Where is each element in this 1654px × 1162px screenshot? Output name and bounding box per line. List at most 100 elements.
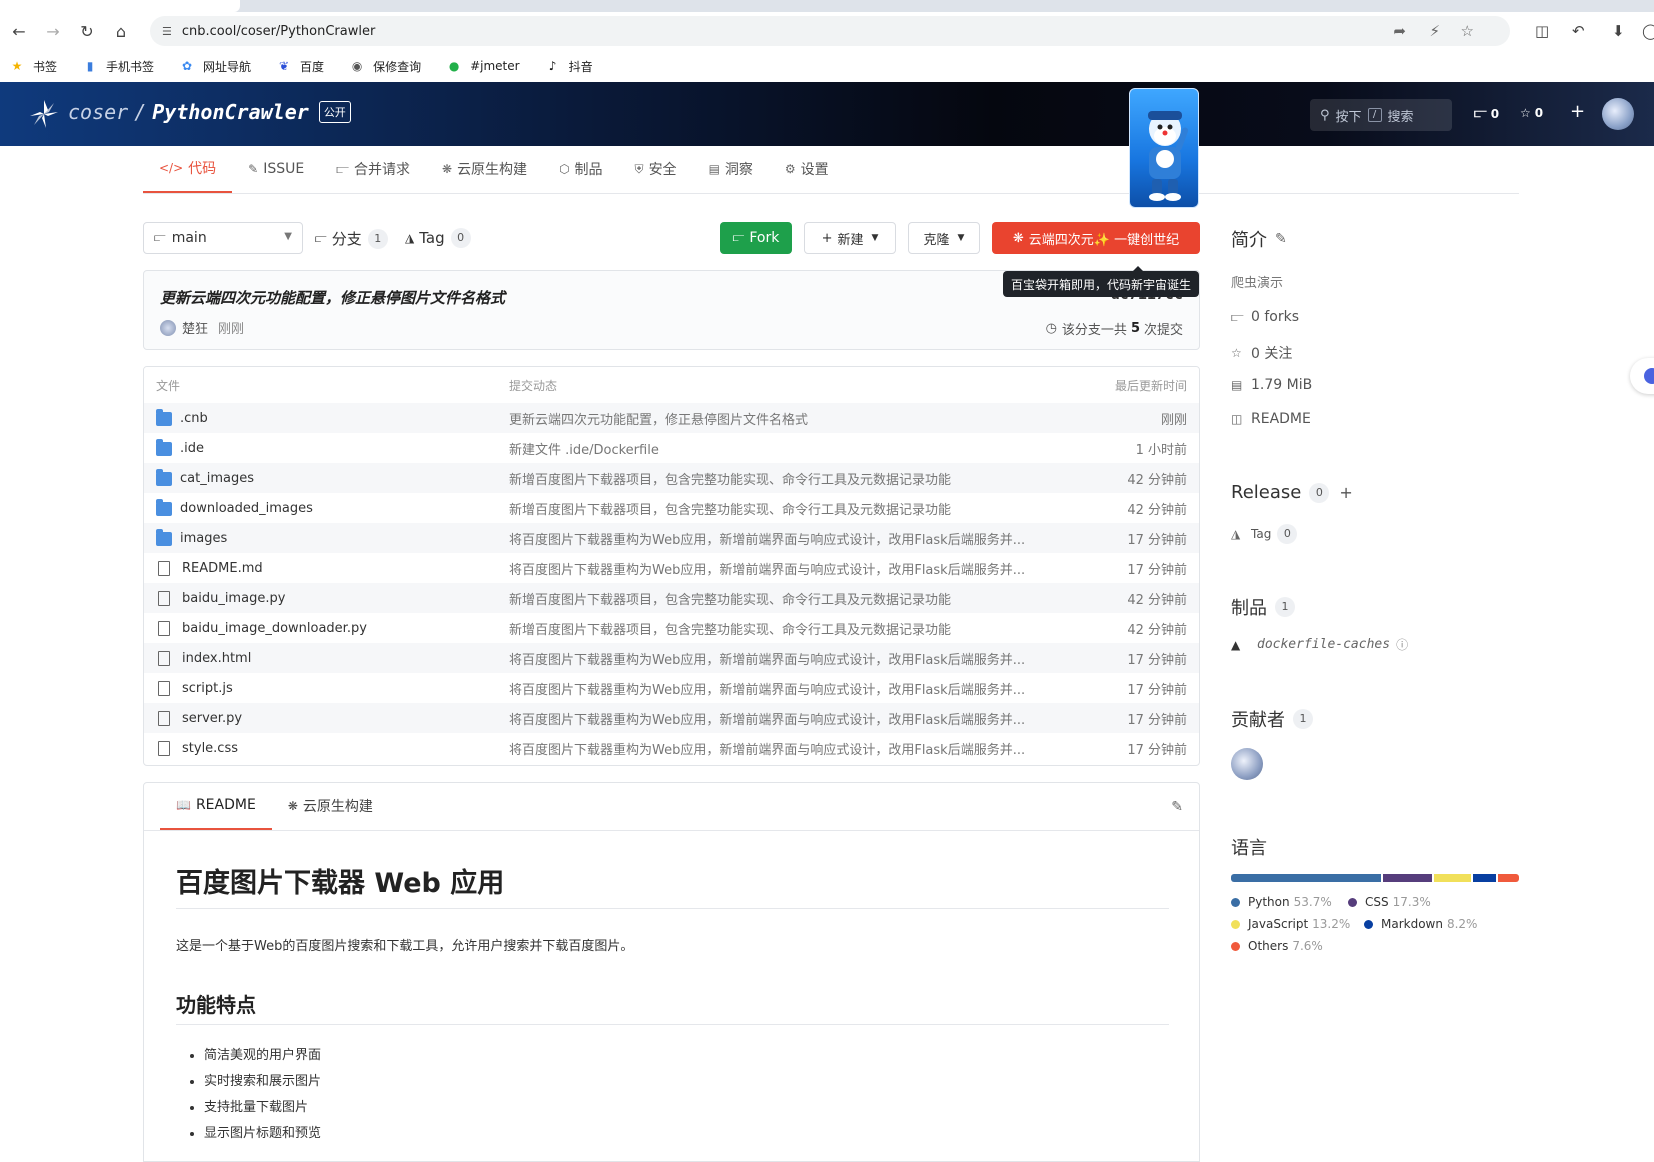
- file-commit-message[interactable]: 新增百度图片下载器项目，包含完整功能实现、命令行工具及元数据记录功能: [509, 499, 1054, 518]
- table-row[interactable]: server.py 将百度图片下载器重构为Web应用，新增前端界面与响应式设计，改…: [144, 703, 1199, 733]
- tab-merge-requests[interactable]: ⫍ 合并请求: [320, 145, 426, 193]
- file-name[interactable]: server.py: [182, 711, 242, 726]
- file-commit-message[interactable]: 新增百度图片下载器项目，包含完整功能实现、命令行工具及元数据记录功能: [509, 619, 1054, 638]
- file-commit-message[interactable]: 将百度图片下载器重构为Web应用，新增前端界面与响应式设计，改用Flask后端服…: [509, 679, 1054, 698]
- bookmark-item[interactable]: ◉ 保修查询: [350, 58, 421, 75]
- repo-name-link[interactable]: PythonCrawler: [152, 100, 309, 124]
- bookmark-item[interactable]: ✿ 网址导航: [180, 58, 251, 75]
- table-row[interactable]: cat_images 新增百度图片下载器项目，包含完整功能实现、命令行工具及元数据…: [144, 463, 1199, 493]
- edit-pencil-icon[interactable]: ✎: [1275, 231, 1287, 247]
- file-commit-message[interactable]: 新增百度图片下载器项目，包含完整功能实现、命令行工具及元数据记录功能: [509, 469, 1054, 488]
- share-icon[interactable]: ➦: [1393, 22, 1406, 40]
- extensions-icon[interactable]: ◫: [1535, 22, 1549, 40]
- file-name[interactable]: .cnb: [180, 411, 208, 426]
- bookmark-item[interactable]: ▮ 手机书签: [83, 58, 154, 75]
- home-icon[interactable]: ⌂: [104, 14, 138, 48]
- book-icon: 📖: [176, 798, 191, 812]
- file-name[interactable]: style.css: [182, 741, 238, 756]
- new-button[interactable]: + 新建 ▼: [804, 222, 896, 254]
- file-commit-message[interactable]: 将百度图片下载器重构为Web应用，新增前端界面与响应式设计，改用Flask后端服…: [509, 739, 1054, 758]
- file-commit-message[interactable]: 更新云端四次元功能配置，修正悬停图片文件名格式: [509, 409, 1054, 428]
- bookmark-item[interactable]: ★ 书签: [10, 58, 57, 75]
- table-row[interactable]: script.js 将百度图片下载器重构为Web应用，新增前端界面与响应式设计，改…: [144, 673, 1199, 703]
- tab-issue[interactable]: ✎ ISSUE: [232, 145, 320, 193]
- readme-link[interactable]: ◫ README: [1231, 411, 1311, 427]
- tab-packages[interactable]: ⬡ 制品: [543, 145, 618, 193]
- fork-button[interactable]: ⫍ Fork: [720, 222, 792, 254]
- forks-link[interactable]: ⫍ 0 forks: [1231, 309, 1299, 325]
- tab-cloud-build[interactable]: ❋ 云原生构建: [426, 145, 543, 193]
- file-commit-message[interactable]: 新增百度图片下载器项目，包含完整功能实现、命令行工具及元数据记录功能: [509, 589, 1054, 608]
- download-icon[interactable]: ⬇: [1612, 22, 1625, 40]
- bookmark-item[interactable]: ● #jmeter: [447, 59, 520, 73]
- table-row[interactable]: baidu_image_downloader.py 新增百度图片下载器项目，包含完…: [144, 613, 1199, 643]
- file-name[interactable]: cat_images: [180, 471, 254, 486]
- tab-settings[interactable]: ⚙ 设置: [769, 145, 845, 193]
- author-avatar[interactable]: [160, 319, 176, 336]
- table-row[interactable]: baidu_image.py 新增百度图片下载器项目，包含完整功能实现、命令行工具…: [144, 583, 1199, 613]
- contributor-avatar[interactable]: [1231, 748, 1263, 780]
- commit-count-link[interactable]: ◷ 该分支一共 5 次提交: [1046, 319, 1183, 338]
- file-name[interactable]: .ide: [180, 441, 204, 456]
- branches-link[interactable]: ⫍ 分支 1: [315, 228, 388, 249]
- table-row[interactable]: index.html 将百度图片下载器重构为Web应用，新增前端界面与响应式设计，…: [144, 643, 1199, 673]
- author-name[interactable]: 楚狂: [182, 318, 208, 337]
- file-name[interactable]: images: [180, 531, 227, 546]
- commit-message[interactable]: 更新云端四次元功能配置，修正悬停图片文件名格式: [160, 287, 505, 308]
- table-row[interactable]: .cnb 更新云端四次元功能配置，修正悬停图片文件名格式 刚刚: [144, 403, 1199, 433]
- bookmark-star-icon[interactable]: ☆: [1461, 22, 1474, 40]
- reload-icon[interactable]: ↻: [70, 14, 104, 48]
- cloud-workspace-button[interactable]: ❋ 云端四次元✨ 一键创世纪: [992, 222, 1200, 254]
- tags-link[interactable]: ◮ Tag 0: [405, 228, 471, 248]
- table-row[interactable]: README.md 将百度图片下载器重构为Web应用，新增前端界面与响应式设计，改…: [144, 553, 1199, 583]
- clone-button[interactable]: 克隆 ▼: [908, 222, 980, 254]
- package-item[interactable]: ▲ dockerfile-caches ⓘ: [1231, 636, 1408, 653]
- table-row[interactable]: downloaded_images 新增百度图片下载器项目，包含完整功能实现、命令…: [144, 493, 1199, 523]
- forward-icon[interactable]: →: [36, 14, 70, 48]
- site-info-icon[interactable]: ☰: [162, 25, 172, 38]
- file-commit-message[interactable]: 将百度图片下载器重构为Web应用，新增前端界面与响应式设计，改用Flask后端服…: [509, 529, 1054, 548]
- file-name[interactable]: downloaded_images: [180, 501, 313, 516]
- tab-readme-build[interactable]: ❋ 云原生构建: [272, 782, 389, 830]
- tab-security[interactable]: ⛨ 安全: [619, 145, 693, 193]
- bookmark-item[interactable]: ♪ 抖音: [546, 58, 593, 75]
- profile-icon[interactable]: ◯: [1642, 22, 1654, 40]
- file-commit-message[interactable]: 将百度图片下载器重构为Web应用，新增前端界面与响应式设计，改用Flask后端服…: [509, 709, 1054, 728]
- file-commit-message[interactable]: 新建文件 .ide/Dockerfile: [509, 439, 1054, 458]
- table-row[interactable]: images 将百度图片下载器重构为Web应用，新增前端界面与响应式设计，改用Fl…: [144, 523, 1199, 553]
- cnb-logo-icon[interactable]: [28, 98, 60, 130]
- active-browser-tab[interactable]: [0, 0, 240, 12]
- repo-owner-link[interactable]: coser: [68, 100, 128, 124]
- back-icon[interactable]: ←: [2, 14, 36, 48]
- file-commit-message[interactable]: 将百度图片下载器重构为Web应用，新增前端界面与响应式设计，改用Flask后端服…: [509, 649, 1054, 668]
- file-commit-message[interactable]: 将百度图片下载器重构为Web应用，新增前端界面与响应式设计，改用Flask后端服…: [509, 559, 1054, 578]
- followers-link[interactable]: ☆ 0 关注: [1231, 343, 1292, 363]
- table-row[interactable]: style.css 将百度图片下载器重构为Web应用，新增前端界面与响应式设计，改…: [144, 733, 1199, 763]
- file-icon: [158, 650, 170, 666]
- search-input[interactable]: ⚲ 按下 / 搜索: [1310, 99, 1452, 131]
- lightning-icon[interactable]: ⚡: [1429, 22, 1440, 40]
- star-stat[interactable]: ☆ 0: [1520, 106, 1543, 120]
- file-name[interactable]: baidu_image_downloader.py: [182, 621, 367, 636]
- edit-pencil-icon[interactable]: ✎: [1171, 799, 1183, 815]
- file-name[interactable]: baidu_image.py: [182, 591, 285, 606]
- tab-code[interactable]: </> 代码: [143, 145, 233, 193]
- file-name[interactable]: README.md: [182, 561, 263, 576]
- table-row[interactable]: .ide 新建文件 .ide/Dockerfile 1 小时前: [144, 433, 1199, 463]
- floating-assistant-button[interactable]: [1630, 358, 1654, 394]
- url-bar[interactable]: ☰ cnb.cool/coser/PythonCrawler ☆ ⚡ ➦: [150, 16, 1510, 46]
- fork-stat[interactable]: ⫍ 0: [1474, 106, 1499, 121]
- release-tags-link[interactable]: ◮ Tag 0: [1231, 524, 1298, 544]
- plus-icon[interactable]: +: [1339, 483, 1352, 502]
- file-name[interactable]: script.js: [182, 681, 233, 696]
- file-name[interactable]: index.html: [182, 651, 251, 666]
- tab-readme[interactable]: 📖 README: [160, 782, 272, 830]
- package-name[interactable]: dockerfile-caches: [1257, 637, 1390, 652]
- bookmark-item[interactable]: ❦ 百度: [277, 58, 324, 75]
- plus-icon[interactable]: +: [1570, 101, 1585, 122]
- tab-insights[interactable]: ▤ 洞察: [693, 145, 769, 193]
- branch-select[interactable]: ⫍ main ▼: [143, 222, 303, 254]
- undo-icon[interactable]: ↶: [1572, 22, 1585, 40]
- user-avatar[interactable]: [1602, 98, 1634, 130]
- info-icon[interactable]: ⓘ: [1396, 636, 1408, 653]
